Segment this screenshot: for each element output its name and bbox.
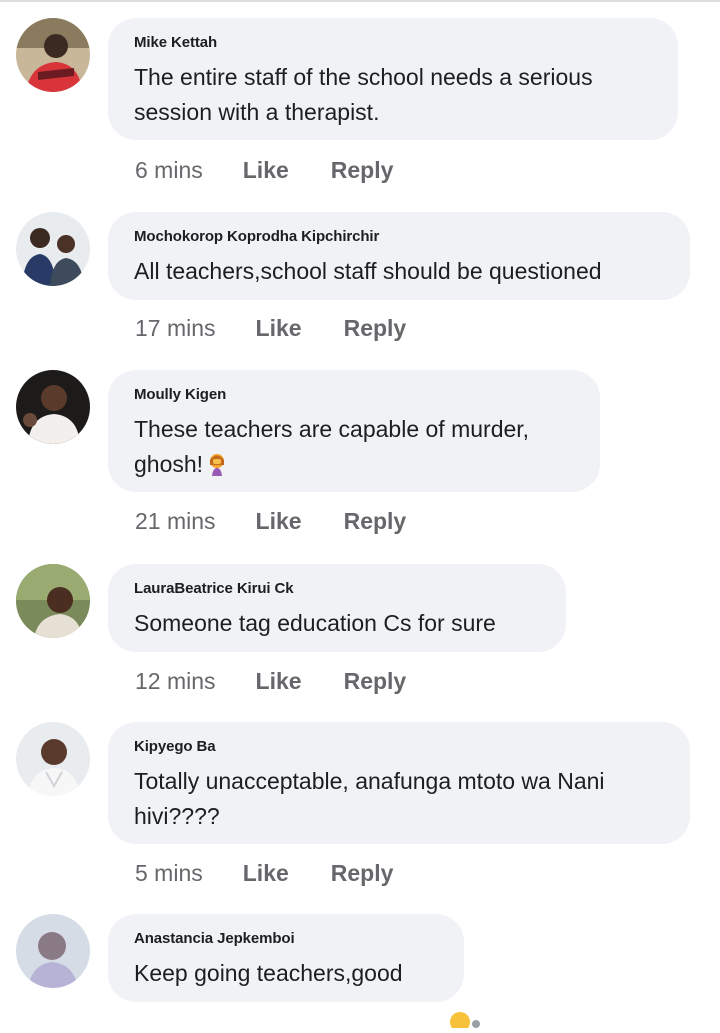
timestamp[interactable]: 6 mins [135, 157, 203, 184]
like-button[interactable]: Like [256, 315, 302, 342]
avatar[interactable] [16, 370, 90, 444]
like-button[interactable]: Like [256, 508, 302, 535]
comment-text: Keep going teachers,good [134, 960, 403, 986]
timestamp[interactable]: 5 mins [135, 860, 203, 887]
reply-button[interactable]: Reply [331, 860, 394, 887]
person-photo-icon [16, 18, 90, 92]
like-button[interactable]: Like [243, 860, 289, 887]
avatar[interactable] [16, 564, 90, 638]
comment-bubble: Mochokorop Koprodha Kipchirchir All teac… [108, 212, 690, 300]
two-people-photo-icon [16, 212, 90, 286]
woman-facepalming-emoji-icon [205, 451, 229, 486]
reply-button[interactable]: Reply [344, 508, 407, 535]
author-name[interactable]: Anastancia Jepkemboi [134, 930, 438, 947]
reply-button[interactable]: Reply [344, 668, 407, 695]
person-outdoor-photo-icon [16, 564, 90, 638]
avatar[interactable] [16, 914, 90, 988]
author-name[interactable]: LauraBeatrice Kirui Ck [134, 580, 540, 597]
comment-actions: 5 mins Like Reply [135, 860, 393, 887]
author-name[interactable]: Moully Kigen [134, 386, 574, 403]
comment-bubble: Mike Kettah The entire staff of the scho… [108, 18, 678, 140]
avatar[interactable] [16, 722, 90, 796]
person-photo-icon [16, 370, 90, 444]
timestamp[interactable]: 21 mins [135, 508, 216, 535]
author-name[interactable]: Mike Kettah [134, 34, 652, 51]
timestamp[interactable]: 12 mins [135, 668, 216, 695]
comment-actions: 6 mins Like Reply [135, 157, 393, 184]
author-name[interactable]: Mochokorop Koprodha Kipchirchir [134, 228, 664, 245]
comment-text: Totally unacceptable, anafunga mtoto wa … [134, 768, 605, 829]
comment-actions: 12 mins Like Reply [135, 668, 406, 695]
person-blurred-photo-icon [16, 914, 90, 988]
author-name[interactable]: Kipyego Ba [134, 738, 664, 755]
avatar[interactable] [16, 212, 90, 286]
like-button[interactable]: Like [243, 157, 289, 184]
timestamp[interactable]: 17 mins [135, 315, 216, 342]
comment-text-content: These teachers are capable of murder, gh… [134, 416, 530, 477]
comment-bubble: Moully Kigen These teachers are capable … [108, 370, 600, 492]
comment-text: Someone tag education Cs for sure [134, 610, 496, 636]
comment-bubble: Anastancia Jepkemboi Keep going teachers… [108, 914, 464, 1002]
comment-bubble: LauraBeatrice Kirui Ck Someone tag educa… [108, 564, 566, 652]
comment-text: The entire staff of the school needs a s… [134, 64, 593, 125]
avatar[interactable] [16, 18, 90, 92]
comment-bubble: Kipyego Ba Totally unacceptable, anafung… [108, 722, 690, 844]
reply-button[interactable]: Reply [331, 157, 394, 184]
comment-text: All teachers,school staff should be ques… [134, 258, 602, 284]
like-button[interactable]: Like [256, 668, 302, 695]
top-divider [0, 0, 720, 2]
reply-button[interactable]: Reply [344, 315, 407, 342]
comment-actions: 17 mins Like Reply [135, 315, 406, 342]
person-photo-icon [16, 722, 90, 796]
comment-text: These teachers are capable of murder, gh… [134, 412, 574, 486]
reaction-emoji-icon [446, 1008, 486, 1032]
comment-actions: 21 mins Like Reply [135, 508, 406, 535]
